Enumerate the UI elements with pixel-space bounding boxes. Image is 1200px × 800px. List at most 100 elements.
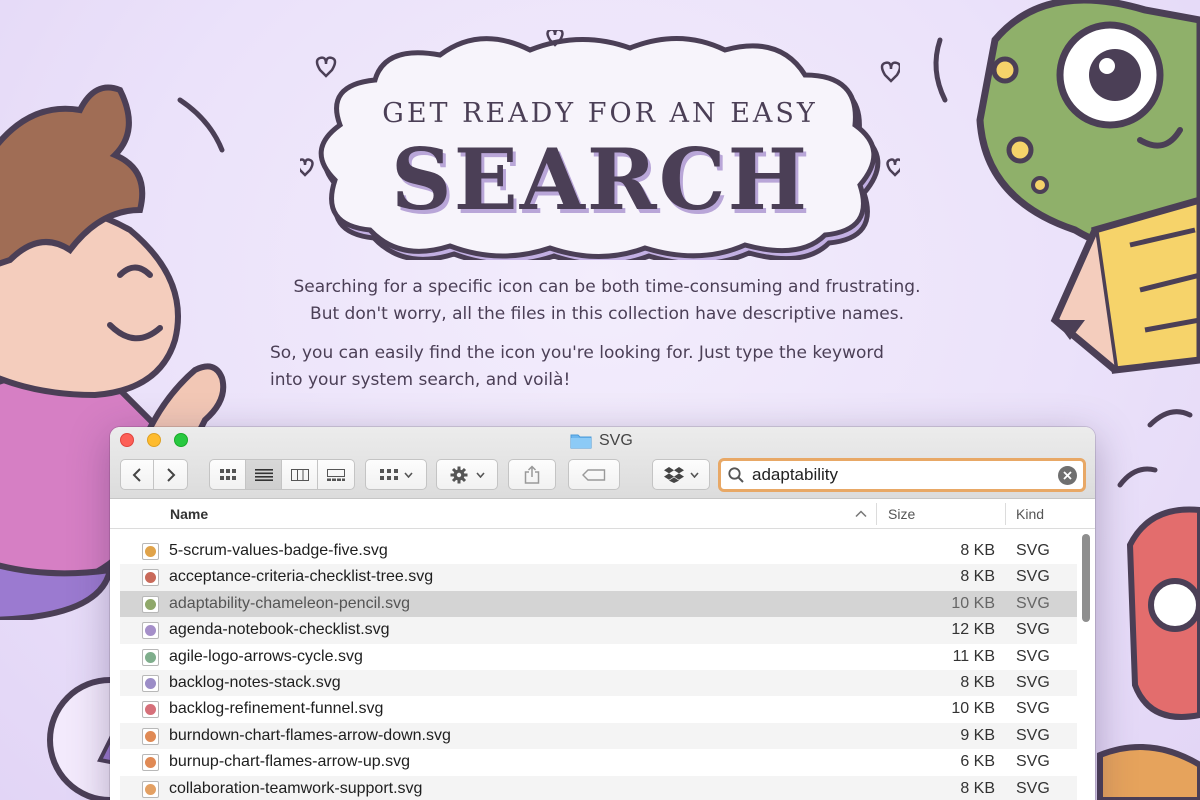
clear-search-button[interactable] [1058,465,1077,485]
headline-small: GET READY FOR AN EASY [382,98,818,129]
file-size: 10 KB [951,594,995,612]
file-name: burndown-chart-flames-arrow-down.svg [169,726,451,744]
headline: GET READY FOR AN EASY SEARCH [300,30,900,260]
file-size: 8 KB [960,779,995,797]
zoom-window-button[interactable] [174,433,188,447]
gallery-icon [327,468,345,481]
intro-line: But don't worry, all the files in this c… [310,304,904,324]
svg-file-icon [142,754,159,772]
dropbox-icon [663,467,684,483]
file-size: 8 KB [960,568,995,586]
sort-ascending-icon[interactable] [854,507,868,521]
size-column-header[interactable]: Size [888,506,915,522]
forward-button[interactable] [154,460,187,489]
kind-column-header[interactable]: Kind [1016,506,1044,522]
file-kind: SVG [1016,568,1050,586]
share-icon [524,465,540,484]
file-size: 11 KB [952,647,995,665]
columns-icon [290,468,309,481]
file-kind: SVG [1016,673,1050,691]
file-size: 12 KB [951,621,995,639]
gear-icon [450,466,467,483]
file-list: 5-scrum-values-badge-five.svg 8 KB SVG acce… [110,538,1095,800]
column-view-button[interactable] [282,460,318,489]
file-kind: SVG [1016,542,1050,559]
file-name: backlog-refinement-funnel.svg [169,700,384,718]
file-kind: SVG [1016,594,1050,612]
minimize-window-button[interactable] [147,433,161,447]
file-name: burnup-chart-flames-arrow-up.svg [169,753,410,771]
file-kind: SVG [1016,647,1050,665]
search-field[interactable] [718,458,1086,492]
svg-file-icon [142,622,159,640]
file-name: adaptability-chameleon-pencil.svg [169,594,411,612]
file-row[interactable]: adaptability-chameleon-pencil.svg 10 KB SV… [120,590,1077,618]
intro-paragraph-1: Searching for a specific icon can be bot… [262,274,952,328]
close-window-button[interactable] [120,433,134,447]
file-kind: SVG [1016,700,1050,718]
svg-file-icon [142,569,159,587]
headline-big: SEARCH [391,130,809,229]
chevron-down-icon [475,471,485,478]
left-bottom-decoration [47,677,120,800]
robot-illustration [1097,409,1200,800]
search-input[interactable] [752,463,1058,487]
finder-window: SVG adaptability Name Size Kind 5-scrum-… [110,427,1095,800]
file-row[interactable]: acceptance-criteria-checklist-tree.svg 8 … [120,564,1077,591]
file-size: 8 KB [960,673,995,691]
file-row[interactable]: backlog-refinement-funnel.svg 10 KB SVG [120,696,1077,722]
chameleon-illustration [933,0,1200,374]
action-menu-button[interactable] [436,459,498,490]
vertical-scrollbar[interactable] [1082,534,1090,622]
file-row[interactable]: collaboration-teamwork-support.svg 8 KB SV… [120,775,1077,800]
chevron-right-icon [166,467,175,482]
toolbar: SVG [110,427,1095,499]
file-kind: SVG [1016,753,1050,771]
chevron-down-icon [403,471,413,478]
intro-line: Searching for a specific icon can be bot… [293,277,921,297]
file-row[interactable]: burndown-chart-flames-arrow-down.svg 9 KB… [120,722,1077,750]
tags-button[interactable] [568,459,620,490]
file-size: 8 KB [960,542,995,559]
list-icon [254,468,273,481]
svg-file-icon [142,727,159,745]
svg-file-icon [142,595,159,613]
file-name: agenda-notebook-checklist.svg [169,621,390,639]
list-view-button[interactable] [246,460,282,489]
column-divider[interactable] [876,503,877,525]
grid-icon [219,468,236,480]
file-name: acceptance-criteria-checklist-tree.svg [169,568,434,586]
svg-file-icon [142,543,159,560]
file-row[interactable]: agenda-notebook-checklist.svg 12 KB SVG [120,617,1077,644]
file-kind: SVG [1016,726,1050,744]
close-icon [1063,470,1072,480]
file-name: 5-scrum-values-badge-five.svg [169,542,388,559]
file-row[interactable]: burnup-chart-flames-arrow-up.svg 6 KB SVG [120,749,1077,775]
name-column-header[interactable]: Name [170,506,208,522]
svg-file-icon [142,648,159,666]
navigation-buttons [120,459,188,490]
folder-icon [570,434,592,449]
svg-file-icon [142,780,159,798]
file-size: 6 KB [960,753,995,771]
gallery-view-button[interactable] [318,460,354,489]
window-title: SVG [570,431,633,451]
chevron-down-icon [689,471,699,478]
back-button[interactable] [121,460,155,489]
tag-icon [582,468,606,481]
svg-file-icon [142,674,159,692]
svg-file-icon [142,701,159,719]
file-row[interactable]: backlog-notes-stack.svg 8 KB SVG [120,669,1077,697]
share-button[interactable] [508,459,556,490]
dropbox-button[interactable] [652,459,710,490]
window-title-text: SVG [599,432,633,449]
chevron-left-icon [132,467,141,482]
file-row[interactable]: 5-scrum-values-badge-five.svg 8 KB SVG [120,538,1077,564]
column-divider[interactable] [1005,503,1006,525]
file-row[interactable]: agile-logo-arrows-cycle.svg 11 KB SVG [120,644,1077,670]
grid-icon [379,469,398,480]
file-kind: SVG [1016,621,1050,639]
group-by-button[interactable] [365,459,427,490]
icon-view-button[interactable] [210,460,246,489]
file-name: agile-logo-arrows-cycle.svg [169,647,363,665]
